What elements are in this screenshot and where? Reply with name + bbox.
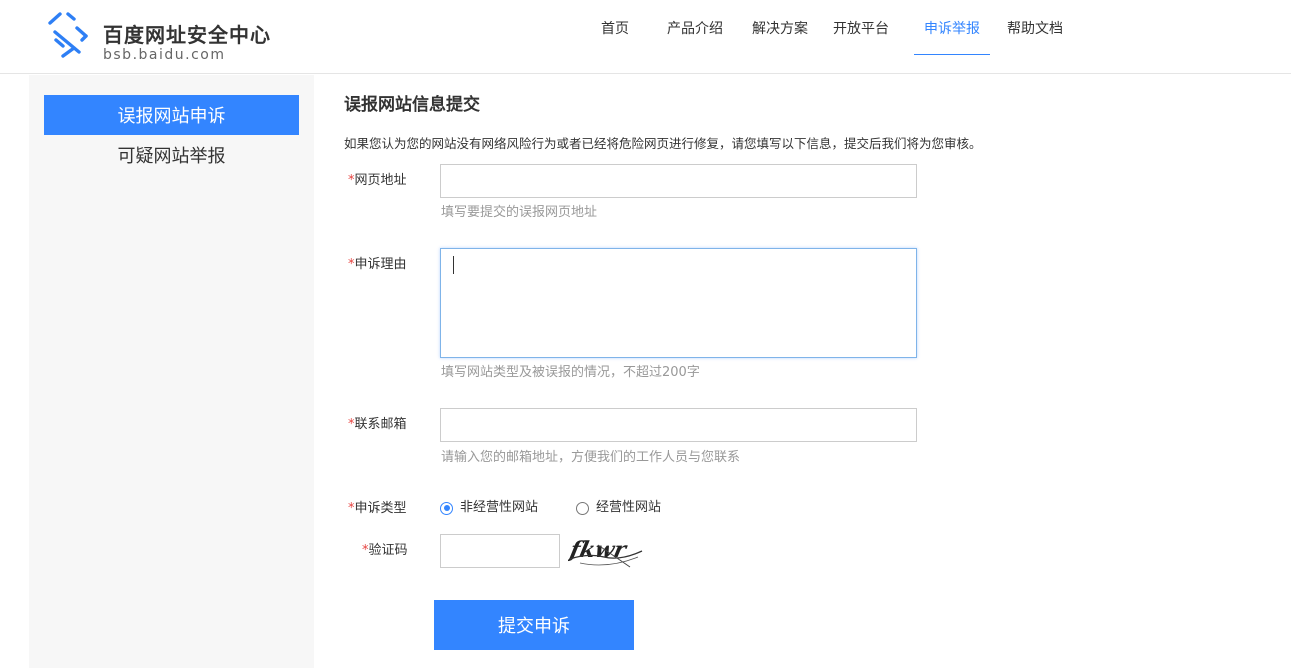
email-input[interactable]	[440, 408, 917, 442]
radio-non-commercial[interactable]: 非经营性网站	[440, 500, 538, 516]
logo-domain: bsb.baidu.com	[103, 47, 226, 63]
top-header: 百度网址安全中心 bsb.baidu.com 首页 产品介绍 解决方案 开放平台…	[0, 0, 1291, 74]
sidebar-item-false-positive-appeal[interactable]: 误报网站申诉	[44, 95, 299, 135]
radio-label-commercial: 经营性网站	[596, 500, 662, 515]
reason-hint: 填写网站类型及被误报的情况，不超过200字	[441, 365, 700, 380]
logo-title: 百度网址安全中心	[103, 23, 271, 47]
captcha-image[interactable]: fkwr	[568, 533, 646, 571]
radio-commercial[interactable]: 经营性网站	[576, 500, 661, 516]
nav-solutions[interactable]: 解决方案	[743, 0, 817, 55]
email-hint: 请输入您的邮箱地址，方便我们的工作人员与您联系	[441, 450, 741, 465]
reason-label-text: 申诉理由	[354, 257, 407, 272]
nav-open-platform[interactable]: 开放平台	[821, 0, 901, 55]
url-input[interactable]	[440, 164, 917, 198]
nav-home[interactable]: 首页	[583, 0, 647, 55]
radio-button-unchecked[interactable]	[576, 501, 589, 515]
url-hint: 填写要提交的误报网页地址	[441, 205, 598, 220]
form-title: 误报网站信息提交	[344, 95, 480, 115]
nav-appeal-report[interactable]: 申诉举报	[914, 0, 990, 55]
captcha-label: *验证码	[362, 543, 408, 559]
reason-textarea[interactable]	[440, 248, 917, 358]
radio-label-non-commercial: 非经营性网站	[460, 500, 539, 515]
type-label: *申诉类型	[348, 501, 407, 517]
form-description: 如果您认为您的网站没有网络风险行为或者已经将危险网页进行修复，请您填写以下信息，…	[344, 136, 982, 151]
sidebar-item-suspicious-report[interactable]: 可疑网站举报	[44, 135, 299, 175]
email-label: *联系邮箱	[348, 417, 407, 433]
type-label-text: 申诉类型	[354, 501, 407, 516]
nav-help-docs[interactable]: 帮助文档	[994, 0, 1076, 55]
reason-label: *申诉理由	[348, 257, 407, 273]
email-label-text: 联系邮箱	[354, 417, 407, 432]
submit-appeal-button[interactable]: 提交申诉	[434, 600, 634, 650]
url-label: *网页地址	[348, 173, 407, 189]
url-label-text: 网页地址	[354, 173, 407, 188]
main-nav: 首页 产品介绍 解决方案 开放平台 申诉举报 帮助文档	[583, 0, 1076, 74]
text-caret	[453, 256, 454, 274]
radio-button-checked[interactable]	[440, 501, 453, 515]
baidu-security-logo-icon	[48, 12, 88, 58]
captcha-label-text: 验证码	[368, 543, 408, 558]
captcha-text: fkwr	[568, 537, 631, 563]
nav-products[interactable]: 产品介绍	[651, 0, 739, 55]
captcha-input[interactable]	[440, 534, 560, 568]
site-logo[interactable]: 百度网址安全中心 bsb.baidu.com	[46, 10, 286, 63]
